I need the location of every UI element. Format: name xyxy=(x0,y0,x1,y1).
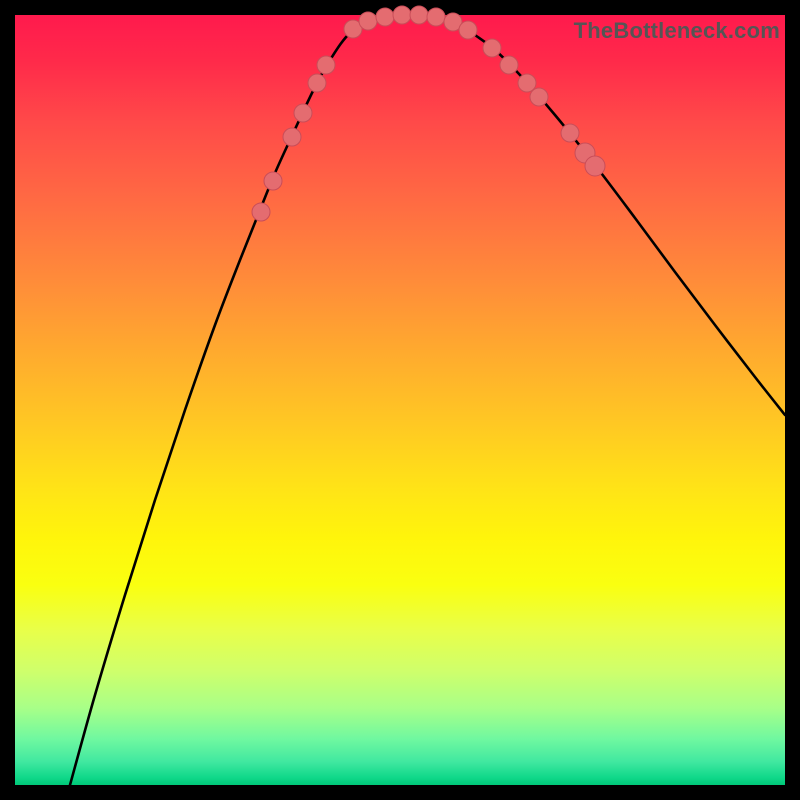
data-point-marker xyxy=(317,56,335,74)
data-point-marker xyxy=(561,124,579,142)
data-point-marker xyxy=(359,12,377,30)
data-point-marker xyxy=(252,203,270,221)
data-point-marker xyxy=(283,128,301,146)
data-point-marker xyxy=(518,74,536,92)
watermark: TheBottleneck.com xyxy=(574,18,780,44)
data-point-marker xyxy=(393,6,411,24)
data-point-marker xyxy=(264,172,282,190)
data-point-marker xyxy=(530,88,548,106)
data-point-marker xyxy=(585,156,605,176)
curve-layer xyxy=(15,15,785,785)
data-point-marker xyxy=(410,6,428,24)
chart-frame: TheBottleneck.com xyxy=(0,0,800,800)
bottleneck-curve xyxy=(70,15,785,785)
data-point-marker xyxy=(500,56,518,74)
data-point-marker xyxy=(308,74,326,92)
data-point-marker xyxy=(294,104,312,122)
data-point-marker xyxy=(376,8,394,26)
data-point-marker xyxy=(483,39,501,57)
data-markers xyxy=(252,6,605,221)
data-point-marker xyxy=(427,8,445,26)
data-point-marker xyxy=(459,21,477,39)
